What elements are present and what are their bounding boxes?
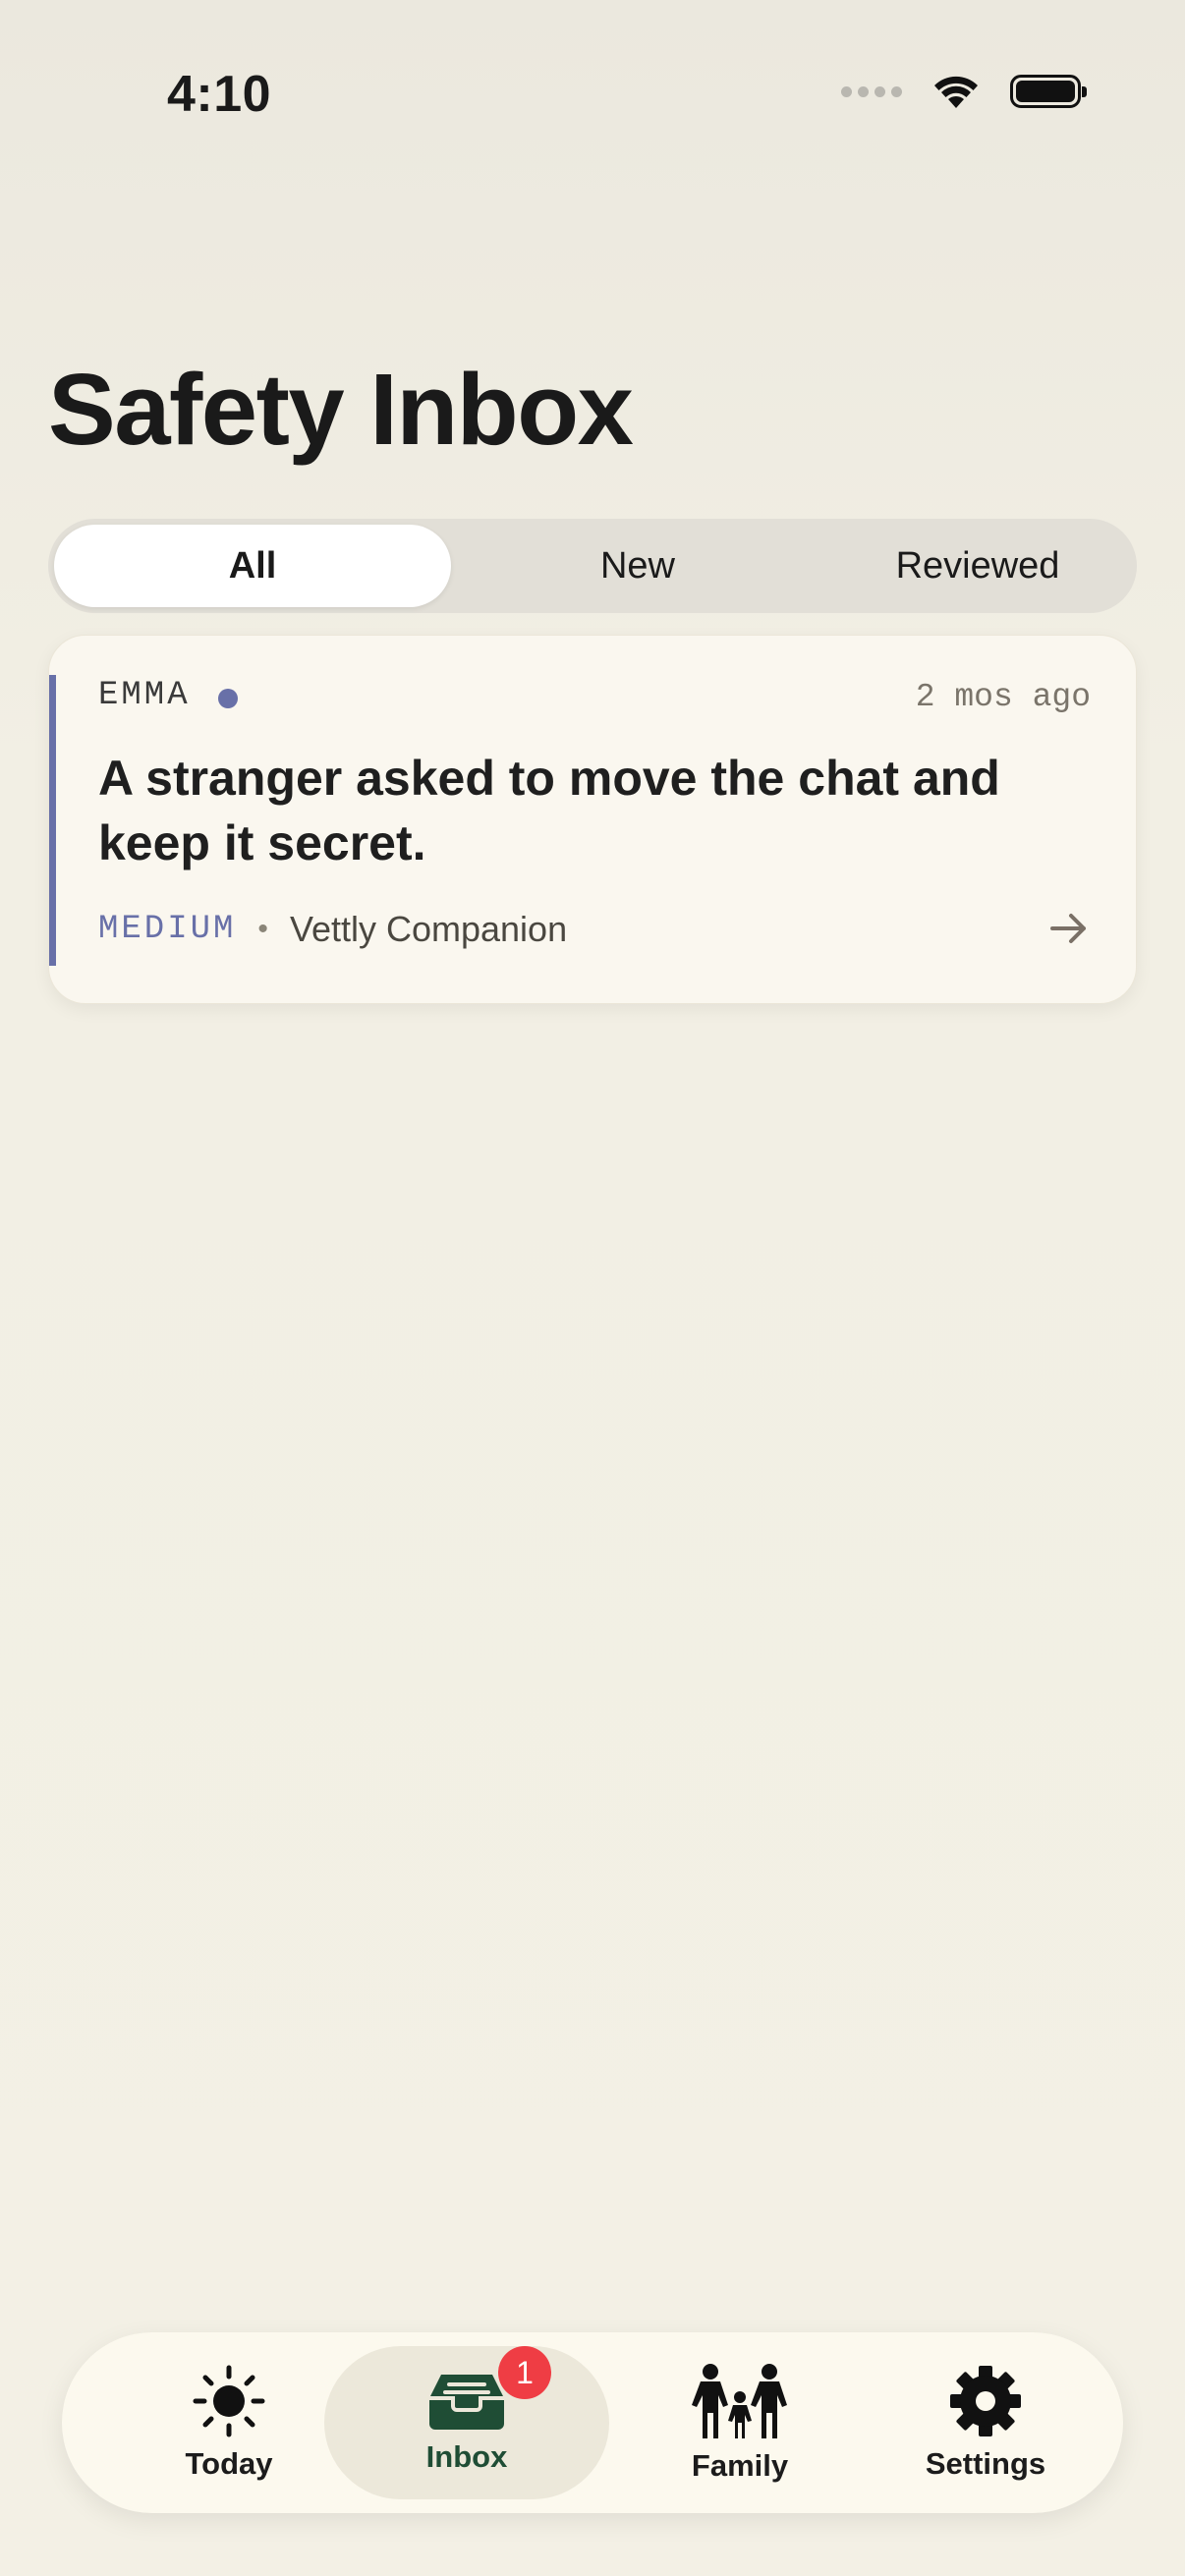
page-title: Safety Inbox — [48, 353, 634, 466]
tab-inbox-label: Inbox — [425, 2439, 508, 2474]
filter-new[interactable]: New — [451, 525, 824, 607]
meta-separator: • — [257, 913, 268, 945]
arrow-right-icon[interactable] — [1049, 911, 1089, 946]
filter-segmented-control: All New Reviewed — [48, 519, 1137, 613]
filter-reviewed[interactable]: Reviewed — [824, 525, 1131, 607]
gear-icon — [950, 2366, 1021, 2436]
tab-family[interactable]: Family — [642, 2332, 838, 2513]
cellular-signal-icon — [841, 85, 902, 97]
inbox-tray-icon — [429, 2375, 504, 2430]
status-time: 4:10 — [167, 66, 272, 123]
alert-time: 2 mos ago — [915, 679, 1091, 715]
tab-settings[interactable]: Settings — [877, 2332, 1094, 2513]
tab-inbox[interactable]: Inbox 1 — [324, 2332, 609, 2513]
severity-accent-bar — [49, 675, 56, 966]
alert-meta: MEDIUM • Vettly Companion — [98, 909, 567, 950]
tab-today-label: Today — [185, 2446, 273, 2481]
severity-label: MEDIUM — [98, 911, 237, 948]
tab-bar: Today Inbox 1 Family Settings — [62, 2332, 1123, 2513]
sun-icon — [193, 2365, 265, 2437]
unread-indicator — [218, 689, 238, 708]
tab-settings-label: Settings — [925, 2446, 1046, 2481]
tab-today[interactable]: Today — [131, 2332, 327, 2513]
alert-headline: A stranger asked to move the chat and ke… — [98, 751, 1000, 870]
alert-child-name: EMMA — [98, 677, 191, 714]
inbox-badge: 1 — [498, 2346, 551, 2399]
status-icons — [841, 73, 1087, 110]
battery-icon — [1010, 75, 1087, 108]
filter-all[interactable]: All — [54, 525, 451, 607]
tab-family-label: Family — [691, 2448, 789, 2483]
wifi-icon — [934, 76, 978, 108]
status-bar: 4:10 — [0, 0, 1185, 147]
alert-source: Vettly Companion — [289, 909, 568, 949]
alert-card[interactable]: EMMA 2 mos ago A stranger asked to move … — [48, 635, 1137, 1004]
family-icon — [692, 2364, 787, 2438]
